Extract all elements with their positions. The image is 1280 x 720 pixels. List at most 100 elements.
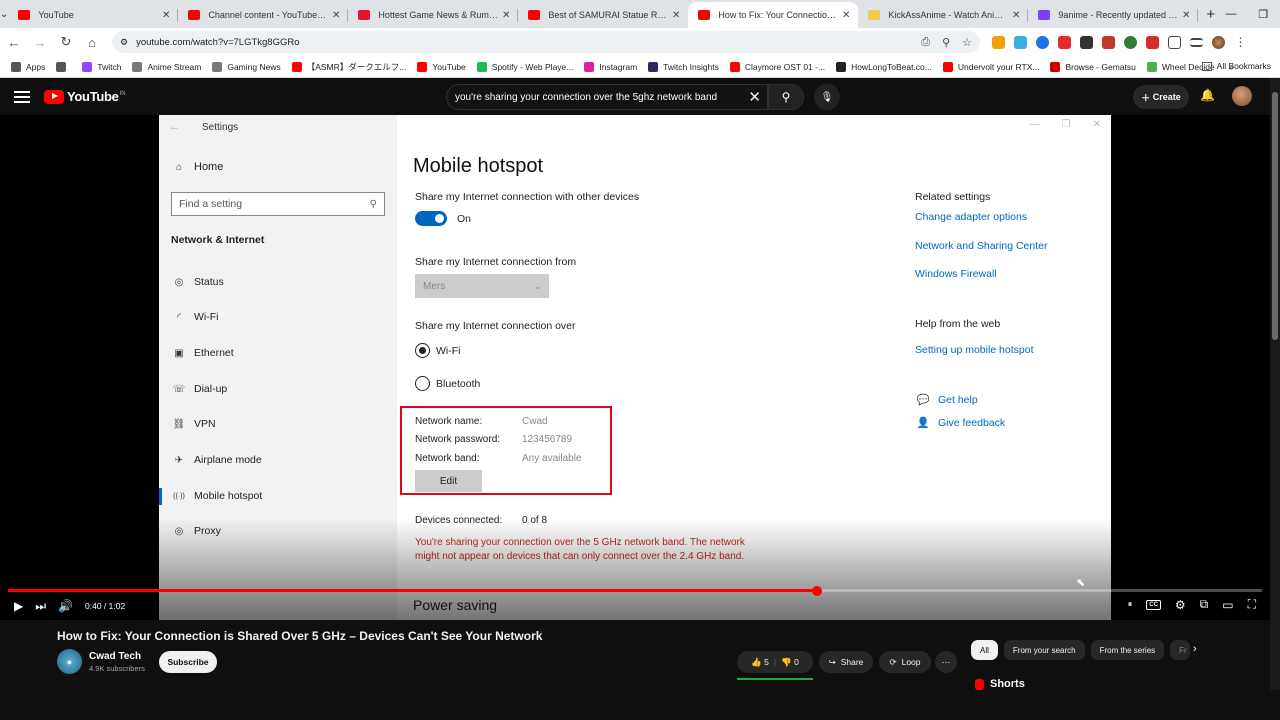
create-button[interactable]: ＋ Create: [1133, 85, 1189, 109]
close-tab-icon[interactable]: ✕: [502, 10, 510, 21]
media-controls-icon[interactable]: [1190, 37, 1203, 47]
all-bookmarks[interactable]: All Bookmarks: [1201, 61, 1271, 71]
browser-tab[interactable]: Best of SAMURAI Statue Ranking ✕: [518, 2, 688, 28]
tab-search-button[interactable]: ⌄: [0, 0, 8, 28]
extension-icon[interactable]: [992, 35, 1005, 49]
close-tab-icon[interactable]: ✕: [162, 10, 170, 21]
bookmark-item[interactable]: YouTube: [417, 61, 466, 72]
bookmark-item[interactable]: Anime Stream: [132, 61, 202, 72]
captions-icon[interactable]: CC: [1146, 599, 1161, 610]
home-icon[interactable]: ⌂: [80, 35, 104, 50]
airplane-icon: ✈: [174, 454, 184, 466]
bookmark-item[interactable]: [56, 61, 71, 72]
video-player[interactable]: ← Settings ⌂ Home Find a setting ⚲ Network …: [0, 115, 1270, 620]
settings-gear-icon[interactable]: ⚙: [1175, 598, 1186, 612]
more-actions-icon[interactable]: ⋯: [935, 651, 957, 673]
scrubber-handle[interactable]: [811, 585, 822, 596]
dislike-button[interactable]: 👎 0: [781, 657, 799, 668]
back-icon[interactable]: ←: [2, 35, 26, 50]
extension-icon[interactable]: [1036, 35, 1049, 49]
close-tab-icon[interactable]: ✕: [672, 10, 680, 21]
filter-chip[interactable]: All: [971, 640, 998, 660]
browser-tab[interactable]: YouTube ✕: [8, 2, 179, 28]
filter-chip[interactable]: From the series: [1090, 640, 1165, 660]
bookmark-favicon: [11, 61, 21, 72]
browser-tab[interactable]: Channel content - YouTube Studio ✕: [178, 2, 349, 28]
bookmark-item[interactable]: Browse - Gematsu: [1050, 61, 1136, 72]
close-tab-icon[interactable]: ✕: [1012, 10, 1020, 21]
like-button[interactable]: 👍 5: [751, 657, 769, 668]
search-button[interactable]: ⚲: [768, 84, 804, 110]
devices-connected-label: Devices connected:: [415, 515, 503, 526]
bookmark-favicon: [417, 61, 428, 72]
close-tab-icon[interactable]: ✕: [1182, 10, 1190, 21]
sidebar-item-ethernet: ▣ Ethernet: [171, 347, 233, 359]
filter-chip[interactable]: From your search: [1003, 640, 1085, 660]
extension-icon[interactable]: [1124, 35, 1137, 49]
close-tab-icon[interactable]: ✕: [842, 10, 850, 21]
volume-icon[interactable]: 🔊: [58, 599, 73, 613]
page-scrollbar[interactable]: [1270, 78, 1280, 690]
site-info-icon[interactable]: ⚙: [120, 37, 128, 48]
reload-icon[interactable]: ↻: [54, 34, 78, 50]
bookmark-item[interactable]: Twitch Insights: [648, 61, 719, 72]
forward-icon[interactable]: →: [28, 35, 52, 50]
install-icon[interactable]: ⎙: [921, 36, 930, 49]
avatar[interactable]: [1232, 86, 1252, 106]
fullscreen-icon[interactable]: ⛶: [1248, 597, 1256, 612]
microphone-icon[interactable]: 🎙: [814, 84, 840, 110]
chevron-right-icon[interactable]: ›: [1193, 643, 1197, 655]
hamburger-menu-icon[interactable]: [14, 90, 30, 103]
extension-icon[interactable]: [1058, 35, 1071, 49]
chevron-down-icon: ⌄: [534, 281, 541, 291]
filter-chip[interactable]: Fr: [1170, 640, 1190, 660]
bookmark-item[interactable]: Undervolt your RTX...: [942, 61, 1039, 72]
bookmark-item[interactable]: Claymore OST 01 -...: [729, 61, 825, 72]
browser-tab[interactable]: 9anime - Recently updated anime ✕: [1028, 2, 1199, 28]
minimize-button[interactable]: —: [1215, 8, 1247, 21]
browser-tab[interactable]: KickAssAnime - Watch Anime Online ✕: [858, 2, 1029, 28]
autoplay-toggle-icon[interactable]: ⏸: [1128, 599, 1133, 610]
bookmark-item[interactable]: Apps: [11, 61, 45, 72]
new-tab-button[interactable]: +: [1206, 6, 1215, 23]
bookmark-item[interactable]: Gaming News: [212, 61, 281, 72]
loop-button[interactable]: ⟳ Loop: [879, 651, 931, 673]
share-button[interactable]: ↪ Share: [819, 651, 873, 673]
extension-icon[interactable]: [1146, 35, 1159, 49]
zoom-icon[interactable]: ⚲: [942, 36, 950, 49]
extension-icon[interactable]: [1014, 35, 1027, 49]
youtube-logo[interactable]: YouTube IN: [44, 89, 126, 104]
profile-avatar[interactable]: [1212, 35, 1225, 49]
get-help-row: 💬 Get help: [915, 393, 977, 406]
sidebar-item-label: Airplane mode: [194, 454, 262, 466]
puzzle-icon[interactable]: [1168, 35, 1181, 49]
bookmark-item[interactable]: HowLongToBeat.co...: [836, 61, 932, 72]
next-icon[interactable]: ⏭: [35, 599, 46, 614]
kebab-menu-icon[interactable]: ⋮: [1234, 36, 1247, 49]
bookmark-item[interactable]: Spotify - Web Playe...: [476, 61, 573, 72]
theater-mode-icon[interactable]: ▭: [1222, 598, 1233, 612]
browser-tab[interactable]: Hottest Game News & Rumors ✕: [348, 2, 519, 28]
clear-search-icon[interactable]: ✕: [748, 88, 761, 106]
bookmark-item[interactable]: Twitch: [82, 61, 121, 72]
bookmark-label: Anime Stream: [147, 61, 202, 72]
bookmark-star-icon[interactable]: ☆: [962, 36, 972, 49]
subscribe-button[interactable]: Subscribe: [159, 651, 217, 673]
home-label: Home: [194, 161, 224, 173]
bell-icon[interactable]: 🔔: [1200, 88, 1215, 102]
search-input[interactable]: you're sharing your connection over the …: [446, 84, 768, 110]
channel-name[interactable]: Cwad Tech: [89, 651, 141, 662]
progress-bar[interactable]: [8, 585, 1262, 596]
browser-tab[interactable]: How to Fix: Your Connection is Shared Ov…: [688, 2, 859, 28]
bookmark-item[interactable]: Instagram: [584, 61, 637, 72]
bookmark-item[interactable]: 【ASMR】ダークエルフ...: [291, 61, 406, 73]
shorts-icon: [975, 678, 984, 690]
close-tab-icon[interactable]: ✕: [332, 10, 340, 21]
extension-icon[interactable]: [1080, 35, 1093, 49]
channel-avatar[interactable]: ●: [57, 649, 82, 674]
omnibox[interactable]: ⚙ youtube.com/watch?v=7LGTkg8GGRo ⎙ ⚲ ☆: [112, 31, 980, 53]
miniplayer-icon[interactable]: ⧉: [1200, 597, 1209, 612]
extension-icon[interactable]: [1102, 35, 1115, 49]
restore-button[interactable]: ❐: [1247, 8, 1279, 21]
play-icon[interactable]: ▶: [14, 599, 23, 613]
